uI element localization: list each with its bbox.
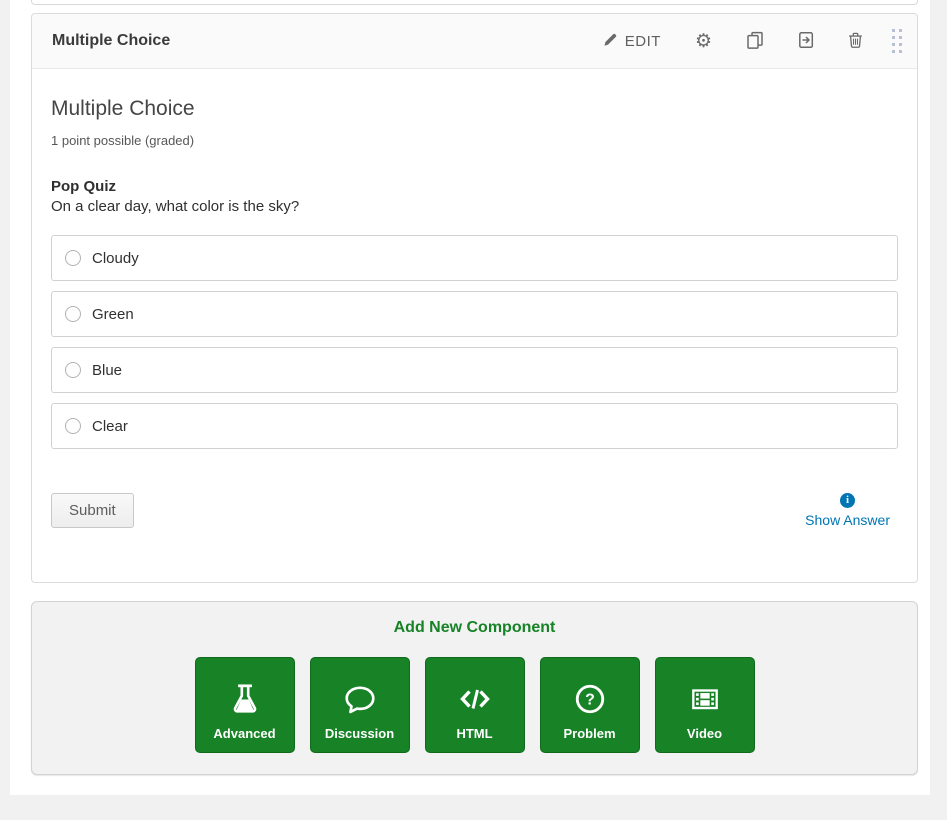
points-possible-text: 1 point possible (graded) xyxy=(51,133,898,148)
add-video-button[interactable]: Video xyxy=(655,657,755,753)
svg-text:?: ? xyxy=(585,692,595,709)
add-advanced-button[interactable]: Advanced xyxy=(195,657,295,753)
choice-label: Blue xyxy=(92,362,122,379)
component-actions: EDIT ⚙ xyxy=(573,26,905,56)
drag-handle[interactable] xyxy=(889,26,905,56)
move-icon xyxy=(798,31,814,52)
add-new-component-panel: Add New Component Advanced xyxy=(31,601,918,775)
info-icon: i xyxy=(840,493,855,508)
edit-button[interactable]: EDIT xyxy=(599,28,665,55)
pencil-icon xyxy=(603,32,618,51)
trash-icon xyxy=(848,32,863,51)
add-discussion-label: Discussion xyxy=(325,726,394,741)
previous-component-card-edge xyxy=(31,0,918,5)
add-problem-button[interactable]: ? Problem xyxy=(540,657,640,753)
choice-row[interactable]: Blue xyxy=(51,347,898,393)
choice-list: Cloudy Green Blue Clear xyxy=(51,235,898,449)
choice-row[interactable]: Cloudy xyxy=(51,235,898,281)
code-icon xyxy=(456,672,494,726)
multiple-choice-component-card: Multiple Choice EDIT ⚙ xyxy=(31,13,918,583)
film-icon xyxy=(688,672,722,726)
question-circle-icon: ? xyxy=(573,672,607,726)
choice-row[interactable]: Clear xyxy=(51,403,898,449)
choice-label: Cloudy xyxy=(92,250,139,267)
move-button[interactable] xyxy=(794,27,818,56)
radio-button-icon[interactable] xyxy=(65,306,81,322)
settings-button[interactable]: ⚙ xyxy=(691,29,716,54)
add-html-label: HTML xyxy=(456,726,492,741)
radio-button-icon[interactable] xyxy=(65,418,81,434)
show-answer-block: i Show Answer xyxy=(805,493,890,528)
problem-heading: Multiple Choice xyxy=(51,97,898,121)
choice-row[interactable]: Green xyxy=(51,291,898,337)
problem-body: Multiple Choice 1 point possible (graded… xyxy=(32,97,917,528)
choice-label: Green xyxy=(92,306,134,323)
question-title: Pop Quiz xyxy=(51,178,898,195)
problem-action-row: Submit i Show Answer xyxy=(51,493,898,528)
duplicate-icon xyxy=(746,31,764,52)
radio-button-icon[interactable] xyxy=(65,250,81,266)
question-text: On a clear day, what color is the sky? xyxy=(51,198,898,215)
add-html-button[interactable]: HTML xyxy=(425,657,525,753)
delete-button[interactable] xyxy=(844,28,867,55)
add-video-label: Video xyxy=(687,726,722,741)
submit-button[interactable]: Submit xyxy=(51,493,134,528)
speech-bubble-icon xyxy=(343,672,377,726)
flask-icon xyxy=(228,672,262,726)
add-advanced-label: Advanced xyxy=(213,726,275,741)
add-component-buttons: Advanced Discussion HT xyxy=(32,657,917,753)
add-problem-label: Problem xyxy=(563,726,615,741)
component-card-header: Multiple Choice EDIT ⚙ xyxy=(32,14,917,69)
content-pane: Multiple Choice EDIT ⚙ xyxy=(10,0,930,795)
add-new-component-title: Add New Component xyxy=(32,602,917,637)
gear-icon: ⚙ xyxy=(695,33,712,50)
choice-label: Clear xyxy=(92,418,128,435)
edit-button-label: EDIT xyxy=(625,33,661,50)
add-discussion-button[interactable]: Discussion xyxy=(310,657,410,753)
show-answer-link[interactable]: Show Answer xyxy=(805,512,890,528)
duplicate-button[interactable] xyxy=(742,27,768,56)
component-title: Multiple Choice xyxy=(52,32,170,50)
radio-button-icon[interactable] xyxy=(65,362,81,378)
